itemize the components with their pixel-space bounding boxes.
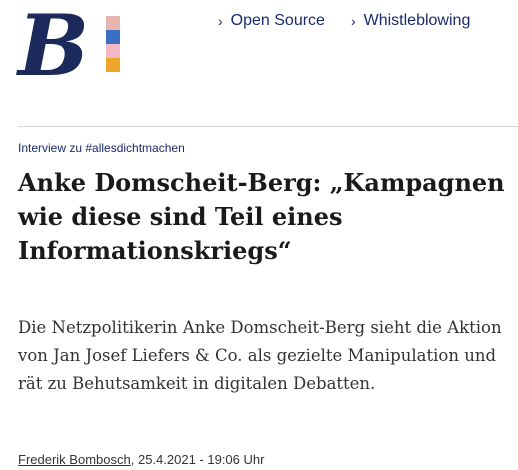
nav-link-label: Whistleblowing (363, 12, 471, 29)
publish-datetime: 25.4.2021 - 19:06 Uhr (137, 452, 265, 467)
article-lead: Die Netzpolitikerin Anke Domscheit-Berg … (18, 318, 502, 393)
logo-swatch-2 (106, 30, 120, 44)
chevron-right-icon: › (350, 13, 356, 29)
logo-swatch-3 (106, 44, 120, 58)
author-link[interactable]: Frederik Bombosch (18, 452, 131, 467)
nav-link-open-source[interactable]: › Open Source (218, 12, 325, 30)
nav-link-label: Open Source (230, 12, 325, 29)
logo-swatch-1 (106, 16, 120, 30)
header-divider (18, 126, 518, 127)
nav-link-whistleblowing[interactable]: › Whistleblowing (351, 12, 470, 30)
logo-color-swatches (106, 16, 120, 72)
article-byline: Frederik Bombosch, 25.4.2021 - 19:06 Uhr (18, 452, 264, 467)
logo-letter: B (18, 0, 89, 95)
byline-separator: , (130, 452, 135, 467)
site-logo[interactable]: B (18, 4, 120, 90)
logo-swatch-4 (106, 58, 120, 72)
article-kicker: Interview zu #allesdichtmachen (18, 141, 185, 155)
chevron-right-icon: › (218, 13, 223, 29)
top-nav: › Open Source › Whistleblowing (218, 12, 470, 30)
article-title: Anke Domscheit-Berg: „Kampagnen wie dies… (18, 168, 505, 265)
